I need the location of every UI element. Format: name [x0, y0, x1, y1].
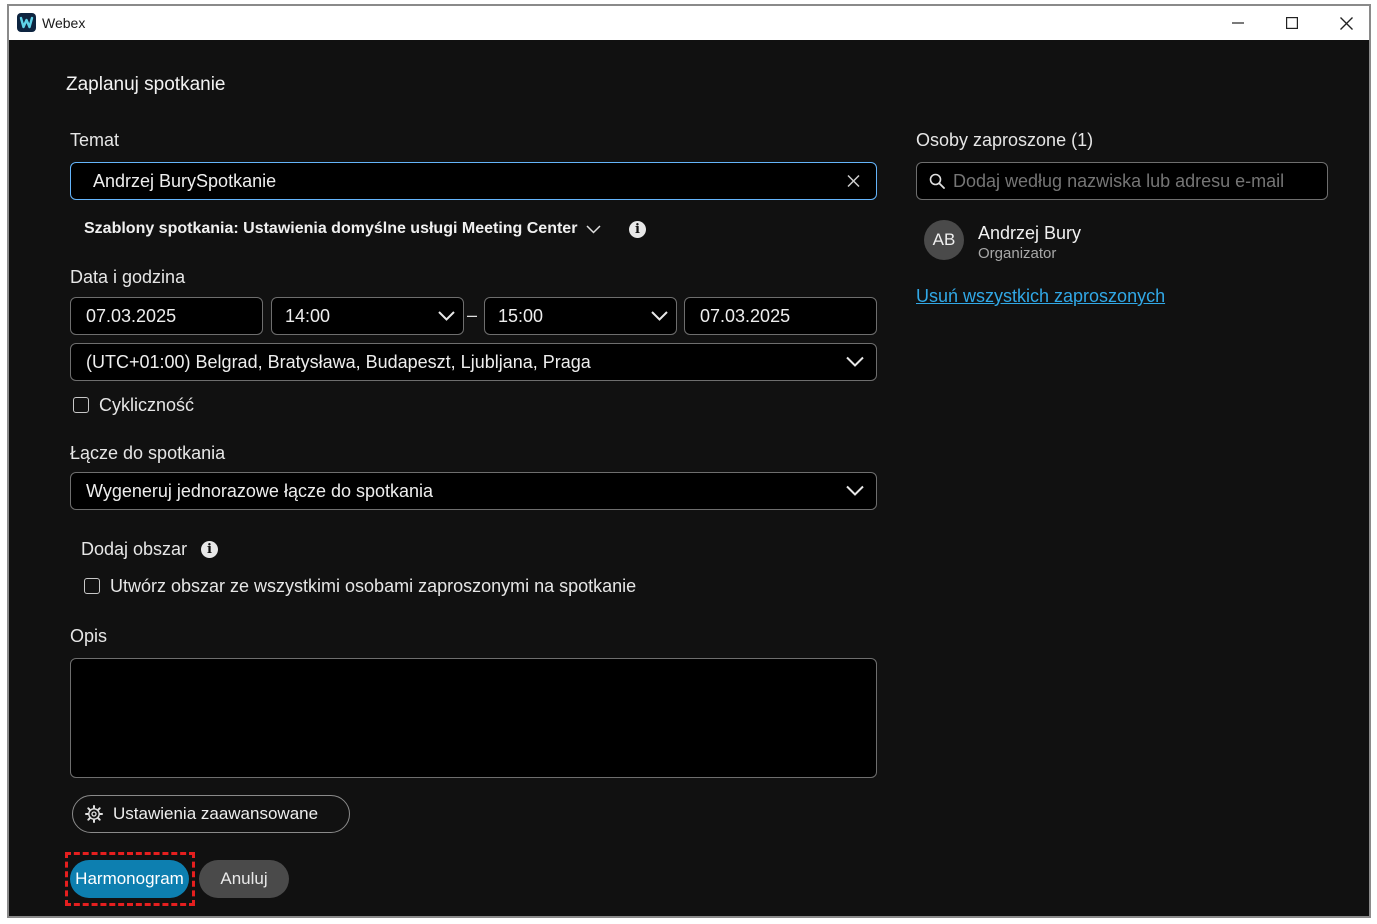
cancel-button[interactable]: Anuluj — [199, 860, 289, 898]
invitee-name: Andrzej Bury — [978, 223, 1082, 243]
avatar: AB — [924, 220, 964, 260]
meeting-templates-text: Szablony spotkania: Ustawienia domyślne … — [84, 220, 578, 237]
invitee-role: Organizator — [978, 245, 1057, 262]
topic-label: Temat — [70, 130, 120, 150]
chevron-down-icon — [438, 311, 455, 321]
create-space-label: Utwórz obszar ze wszystkimi osobami zapr… — [110, 576, 637, 596]
end-date-input[interactable]: 07.03.2025 — [684, 297, 877, 335]
search-icon — [929, 173, 945, 189]
start-time-select[interactable]: 14:00 — [271, 297, 464, 335]
meeting-templates-dropdown[interactable]: Szablony spotkania: Ustawienia domyślne … — [84, 220, 601, 238]
minimize-icon — [1232, 22, 1244, 24]
schedule-meeting-dialog: Zaplanuj spotkanie Temat Andrzej BurySpo… — [9, 40, 1369, 916]
dialog-title: Zaplanuj spotkanie — [66, 74, 226, 95]
time-range-separator: – — [467, 305, 478, 325]
chevron-down-icon — [846, 356, 864, 367]
maximize-icon — [1286, 17, 1298, 29]
advanced-settings-button[interactable]: Ustawienia zaawansowane — [72, 795, 350, 833]
meeting-link-select[interactable]: Wygeneruj jednorazowe łącze do spotkania — [70, 472, 877, 510]
chevron-down-icon — [586, 224, 601, 234]
webex-window: Webex Zaplanuj spotkanie Temat Andrzej B… — [7, 4, 1371, 918]
start-date-value: 07.03.2025 — [86, 305, 177, 326]
remove-all-invitees-link[interactable]: Usuń wszystkich zaproszonych — [916, 286, 1165, 307]
advanced-settings-label: Ustawienia zaawansowane — [113, 804, 319, 823]
topic-input[interactable]: Andrzej BurySpotkanie — [70, 162, 877, 200]
close-window-button[interactable] — [1319, 6, 1369, 40]
datetime-label: Data i godzina — [70, 267, 186, 287]
end-date-value: 07.03.2025 — [700, 305, 791, 326]
start-date-input[interactable]: 07.03.2025 — [70, 297, 263, 335]
info-icon[interactable] — [629, 221, 646, 238]
close-icon — [1339, 16, 1353, 30]
end-time-value: 15:00 — [498, 305, 544, 326]
gear-icon — [85, 805, 103, 823]
chevron-down-icon — [651, 311, 668, 321]
chevron-down-icon — [846, 485, 864, 496]
app-title: Webex — [42, 15, 86, 31]
meeting-link-value: Wygeneruj jednorazowe łącze do spotkania — [86, 480, 434, 501]
meeting-link-label: Łącze do spotkania — [70, 443, 226, 463]
start-time-value: 14:00 — [285, 305, 331, 326]
add-space-label: Dodaj obszar — [81, 539, 188, 559]
create-space-checkbox[interactable] — [84, 578, 100, 594]
webex-logo-icon — [17, 13, 36, 32]
description-label: Opis — [70, 626, 108, 646]
title-bar: Webex — [9, 6, 1369, 40]
invitee-search-field[interactable] — [916, 162, 1328, 200]
invitees-title: Osoby zaproszone (1) — [916, 130, 1094, 150]
topic-value: Andrzej BurySpotkanie — [93, 170, 277, 191]
timezone-value: (UTC+01:00) Belgrad, Bratysława, Budapes… — [86, 351, 591, 372]
timezone-select[interactable]: (UTC+01:00) Belgrad, Bratysława, Budapes… — [70, 343, 877, 381]
maximize-button[interactable] — [1265, 6, 1319, 40]
schedule-button[interactable]: Harmonogram — [70, 860, 189, 898]
end-time-select[interactable]: 15:00 — [484, 297, 677, 335]
invitee-search-input[interactable] — [953, 170, 1313, 192]
recurrence-label: Cykliczność — [99, 395, 195, 415]
schedule-button-label: Harmonogram — [75, 869, 184, 888]
minimize-button[interactable] — [1211, 6, 1265, 40]
clear-topic-icon[interactable] — [847, 174, 860, 188]
recurrence-checkbox[interactable] — [73, 397, 89, 413]
description-textarea[interactable] — [70, 658, 877, 778]
info-icon[interactable] — [201, 541, 218, 558]
cancel-button-label: Anuluj — [220, 869, 268, 888]
